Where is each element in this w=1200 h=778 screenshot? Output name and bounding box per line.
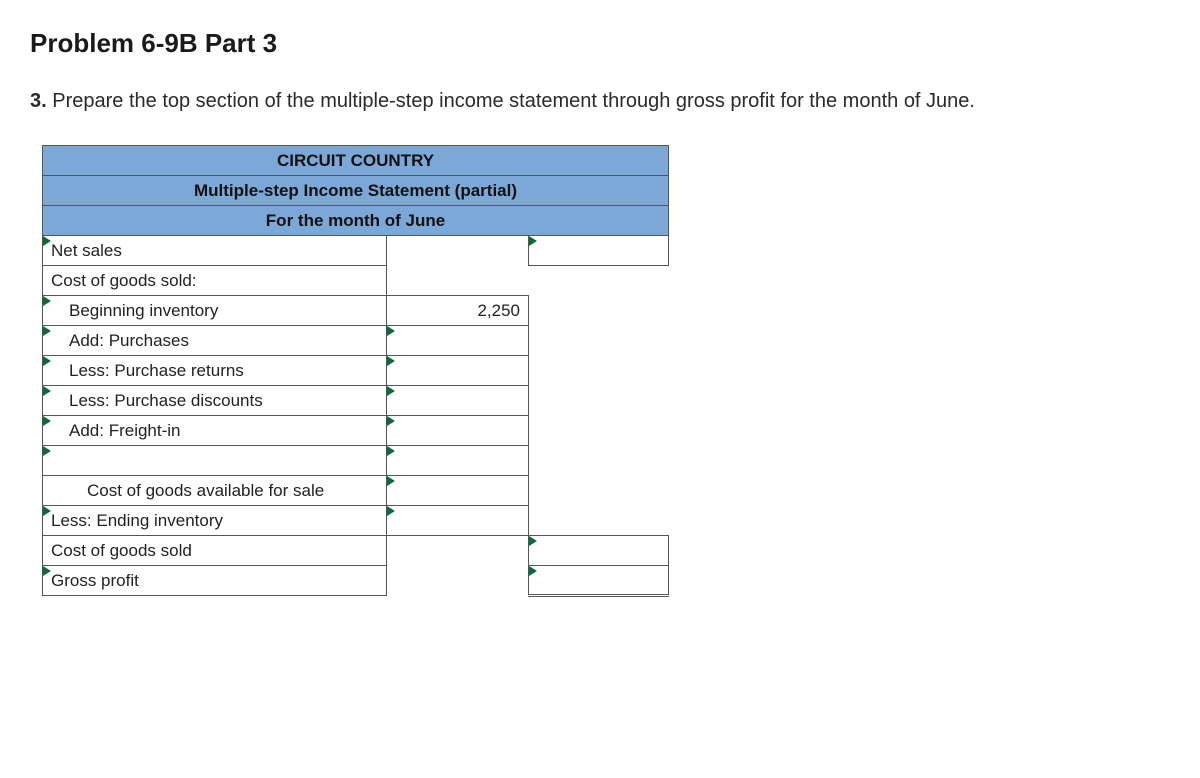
label-cga: Cost of goods available for sale (43, 476, 387, 506)
problem-title: Problem 6-9B Part 3 (30, 28, 1170, 59)
row-cga: Cost of goods available for sale (43, 476, 669, 506)
row-less-ending: Less: Ending inventory (43, 506, 669, 536)
spacer (529, 296, 669, 326)
input-less-ending[interactable] (387, 506, 529, 536)
row-cogs-header: Cost of goods sold: (43, 266, 669, 296)
spacer (529, 476, 669, 506)
input-beginning-inventory[interactable]: 2,250 (387, 296, 529, 326)
spacer (529, 356, 669, 386)
label-beginning-inventory[interactable]: Beginning inventory (43, 296, 387, 326)
input-net-sales[interactable] (529, 236, 669, 266)
label-cogs-total: Cost of goods sold (43, 536, 387, 566)
label-add-purchases[interactable]: Add: Purchases (43, 326, 387, 356)
spacer (387, 266, 529, 296)
label-add-freight[interactable]: Add: Freight-in (43, 416, 387, 446)
row-net-sales: Net sales (43, 236, 669, 266)
header-statement-title: Multiple-step Income Statement (partial) (43, 176, 669, 206)
label-less-returns[interactable]: Less: Purchase returns (43, 356, 387, 386)
instruction-number: 3. (30, 90, 47, 112)
row-cogs-total: Cost of goods sold (43, 536, 669, 566)
header-company: CIRCUIT COUNTRY (43, 146, 669, 176)
row-add-freight: Add: Freight-in (43, 416, 669, 446)
row-blank (43, 446, 669, 476)
input-less-discounts[interactable] (387, 386, 529, 416)
spacer (529, 446, 669, 476)
input-cga[interactable] (387, 476, 529, 506)
spacer (387, 536, 529, 566)
input-blank[interactable] (387, 446, 529, 476)
spacer (387, 566, 529, 596)
row-less-returns: Less: Purchase returns (43, 356, 669, 386)
label-less-ending[interactable]: Less: Ending inventory (43, 506, 387, 536)
label-cogs-header: Cost of goods sold: (43, 266, 387, 296)
spacer (529, 326, 669, 356)
instruction-text: Prepare the top section of the multiple-… (52, 90, 975, 112)
row-beginning-inventory: Beginning inventory 2,250 (43, 296, 669, 326)
spacer (529, 386, 669, 416)
input-less-returns[interactable] (387, 356, 529, 386)
instruction: 3. Prepare the top section of the multip… (30, 87, 1170, 115)
row-gross-profit: Gross profit (43, 566, 669, 596)
income-statement-table: CIRCUIT COUNTRY Multiple-step Income Sta… (42, 145, 668, 597)
input-add-freight[interactable] (387, 416, 529, 446)
input-cogs-total[interactable] (529, 536, 669, 566)
input-gross-profit[interactable] (529, 566, 669, 596)
label-less-discounts[interactable]: Less: Purchase discounts (43, 386, 387, 416)
spacer (529, 506, 669, 536)
row-less-discounts: Less: Purchase discounts (43, 386, 669, 416)
spacer (529, 266, 669, 296)
label-gross-profit[interactable]: Gross profit (43, 566, 387, 596)
row-add-purchases: Add: Purchases (43, 326, 669, 356)
input-add-purchases[interactable] (387, 326, 529, 356)
spacer (529, 416, 669, 446)
label-blank[interactable] (43, 446, 387, 476)
label-net-sales[interactable]: Net sales (43, 236, 387, 266)
spacer (387, 236, 529, 266)
header-period: For the month of June (43, 206, 669, 236)
